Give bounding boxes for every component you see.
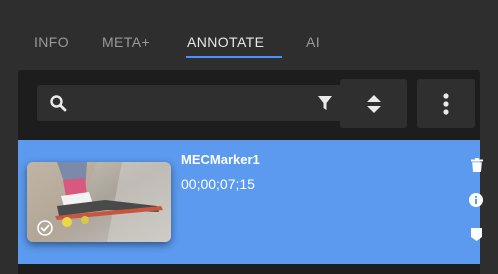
marker-thumbnail[interactable]: [27, 162, 171, 242]
search-input[interactable]: [77, 85, 302, 121]
sort-icon: [367, 95, 381, 113]
tab-info[interactable]: INFO: [34, 34, 69, 50]
tab-meta-plus[interactable]: META+: [102, 34, 150, 50]
tab-ai[interactable]: AI: [306, 34, 320, 50]
tab-bar: INFO META+ ANNOTATE AI: [0, 0, 498, 62]
filter-icon[interactable]: [317, 95, 333, 111]
marker-timecode: 00;00;07;15: [181, 176, 255, 192]
annotate-panel: MECMarker1 00;00;07;15: [18, 70, 483, 274]
tab-annotate[interactable]: ANNOTATE: [187, 34, 264, 50]
marker-name: MECMarker1: [181, 152, 260, 167]
more-options-button[interactable]: [417, 79, 475, 128]
tag-icon[interactable]: [471, 228, 482, 241]
trash-icon[interactable]: [471, 158, 483, 172]
check-circle-icon: [37, 220, 53, 236]
more-vertical-icon: [443, 93, 449, 115]
search-box[interactable]: [37, 85, 347, 121]
info-icon[interactable]: [469, 193, 483, 207]
active-tab-indicator: [186, 56, 282, 58]
sort-button[interactable]: [340, 79, 407, 128]
search-icon: [50, 95, 67, 112]
marker-list-item[interactable]: MECMarker1 00;00;07;15: [18, 140, 483, 264]
